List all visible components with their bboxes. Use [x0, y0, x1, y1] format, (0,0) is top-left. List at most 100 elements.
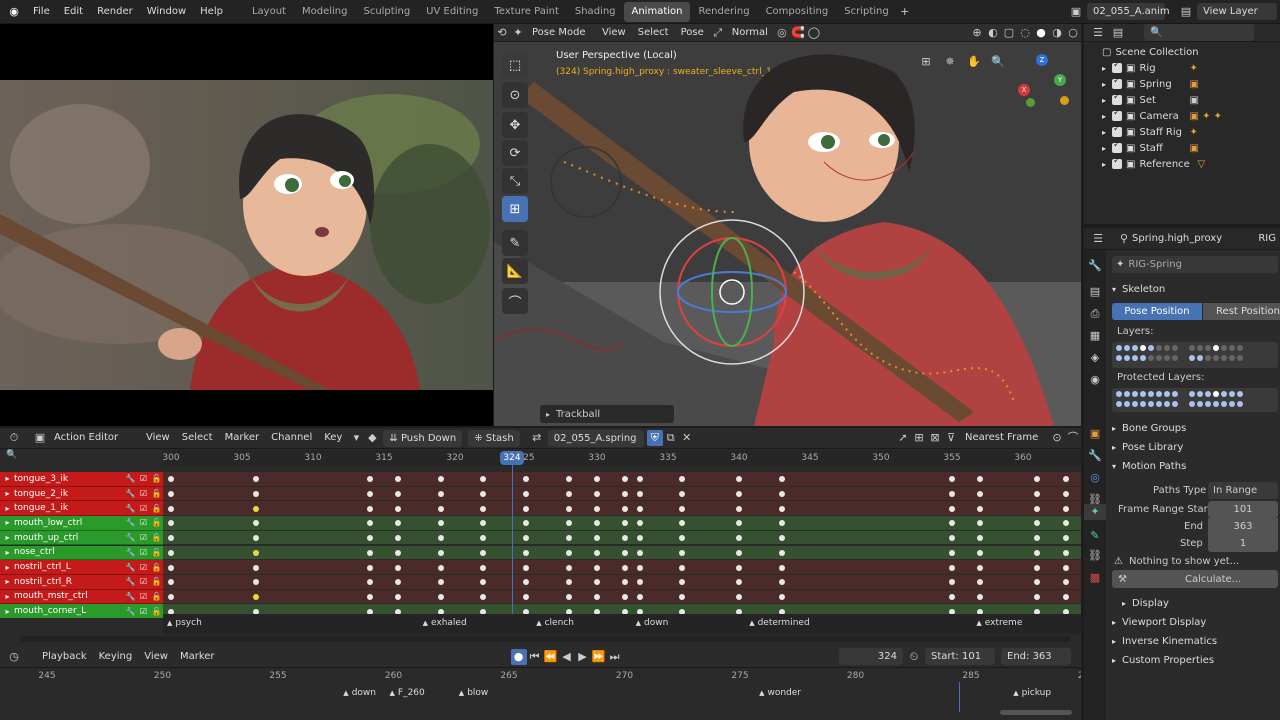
keyframe-point[interactable] — [636, 593, 643, 600]
keyframe-point[interactable] — [778, 505, 785, 512]
bone-layers-grid[interactable] — [1112, 342, 1278, 368]
keyframe-point[interactable] — [253, 564, 260, 571]
keyframe-point[interactable] — [977, 535, 984, 542]
keyframe-point[interactable] — [622, 593, 629, 600]
keyframe-point[interactable] — [1062, 593, 1069, 600]
keyframe-point[interactable] — [366, 579, 373, 586]
frame-range-end-field[interactable]: 363 — [1208, 518, 1278, 535]
keyframe-point[interactable] — [736, 491, 742, 498]
keyframe-point[interactable] — [366, 549, 373, 556]
snap-icon[interactable]: 🧲 — [790, 25, 806, 41]
outliner-item-reference[interactable]: ▸ ▣Reference ▽ — [1084, 156, 1280, 172]
keyframe-point[interactable] — [778, 549, 785, 556]
keyframe-point[interactable] — [1034, 476, 1041, 483]
pose-position-button[interactable]: Pose Position — [1112, 303, 1202, 320]
outliner-item-rig[interactable]: ▸ ▣Rig ✦ — [1084, 60, 1280, 76]
keyframe-row[interactable] — [163, 516, 1081, 530]
show-hidden-icon[interactable]: ⊞ — [911, 430, 927, 446]
only-errors-icon[interactable]: ⊠ — [927, 430, 943, 446]
keyframe-point[interactable] — [594, 476, 600, 483]
pivot-icon[interactable]: ◎ — [774, 25, 790, 41]
workspace-tab-animation[interactable]: Animation — [623, 1, 691, 22]
lock-icon[interactable]: 🔓 — [150, 489, 163, 498]
frame-ruler[interactable]: 300 305 310 315 320 325 330 335 340 345 … — [162, 450, 1081, 466]
expand-arrow-icon[interactable]: ▸ — [1102, 64, 1106, 73]
keyframe-point[interactable] — [679, 520, 686, 527]
keyframe-point[interactable] — [736, 564, 742, 571]
keyframe-point[interactable] — [168, 520, 174, 527]
outliner-editor-icon[interactable]: ☰ — [1090, 25, 1106, 41]
outliner-item-set[interactable]: ▸ ▣Set ▣ — [1084, 92, 1280, 108]
keyframe-point[interactable] — [437, 491, 444, 498]
keyframe-point[interactable] — [949, 505, 955, 512]
object-tab-icon[interactable]: ▣ — [1087, 426, 1103, 442]
keyframe-point[interactable] — [636, 579, 643, 586]
channel-checkbox[interactable]: ☑ — [137, 607, 150, 616]
pan-hand-icon[interactable]: ✋ — [966, 54, 982, 70]
channel-checkbox[interactable]: ☑ — [137, 548, 150, 557]
keyframe-point[interactable] — [565, 491, 572, 498]
keyframe-point[interactable] — [565, 564, 572, 571]
rotate-tool[interactable]: ⟳ — [502, 140, 528, 166]
keyframe-point[interactable] — [565, 520, 572, 527]
keyframe-point[interactable] — [253, 549, 260, 556]
keyframe-point[interactable] — [594, 593, 600, 600]
physics-tab-icon[interactable]: ◎ — [1087, 470, 1103, 486]
workspace-tab-sculpting[interactable]: Sculpting — [355, 2, 418, 22]
channel-checkbox[interactable]: ☑ — [137, 474, 150, 483]
keyframe-point[interactable] — [1034, 549, 1041, 556]
marker[interactable]: ▲ determined — [749, 618, 809, 628]
timeline-marker[interactable]: ▲ down — [343, 688, 376, 698]
keyframe-point[interactable] — [565, 549, 572, 556]
channel-checkbox[interactable]: ☑ — [137, 504, 150, 513]
transform-tool[interactable]: ⊞ — [502, 196, 528, 222]
keyframe-point[interactable] — [1034, 564, 1041, 571]
visibility-checkbox[interactable] — [1112, 140, 1123, 153]
keyframe-point[interactable] — [366, 535, 373, 542]
keyframe-point[interactable] — [168, 564, 174, 571]
workspace-tab-shading[interactable]: Shading — [567, 2, 624, 22]
timeline-marker[interactable]: ▲ blow — [459, 688, 488, 698]
marker[interactable]: ▲ extreme — [976, 618, 1022, 628]
camera-toggle-icon[interactable]: ✵ — [942, 54, 958, 70]
keyframe-point[interactable] — [523, 593, 529, 600]
keyframe-point[interactable] — [594, 505, 600, 512]
keyframe-point[interactable] — [565, 505, 572, 512]
proportional-icon[interactable]: ◯ — [806, 25, 822, 41]
keyframe-point[interactable] — [523, 520, 529, 527]
wrench-icon[interactable]: 🔧 — [124, 548, 137, 557]
orientation-icon[interactable]: ⤢ — [710, 25, 726, 41]
menu-render[interactable]: Render — [90, 6, 140, 17]
channel-checkbox[interactable]: ☑ — [137, 577, 150, 586]
tool-tab-icon[interactable]: 🔧 — [1087, 258, 1103, 274]
outliner-item-camera[interactable]: ▸ ▣Camera ▣ ✦ ✦ — [1084, 108, 1280, 124]
keyframe-point[interactable] — [366, 491, 373, 498]
keyframe-point[interactable] — [1034, 593, 1041, 600]
step-field[interactable]: 1 — [1208, 535, 1278, 552]
keyframe-point[interactable] — [679, 564, 686, 571]
keyframe-point[interactable] — [168, 593, 174, 600]
axis-x-icon[interactable]: X — [1018, 84, 1030, 96]
lock-icon[interactable]: 🔓 — [150, 563, 163, 572]
keyframe-point[interactable] — [1034, 505, 1041, 512]
bone-tab-icon[interactable]: ✎ — [1087, 528, 1103, 544]
keyframe-point[interactable] — [437, 549, 444, 556]
keyframe-point[interactable] — [168, 476, 174, 483]
frame-range-start-field[interactable]: 101 — [1208, 501, 1278, 518]
keyframe-point[interactable] — [778, 491, 785, 498]
action-menu-channel[interactable]: Channel — [265, 429, 318, 447]
keyframe-type-icon[interactable]: ◆ — [364, 430, 380, 446]
expand-arrow-icon[interactable]: ▸ — [1102, 96, 1106, 105]
keyframe-point[interactable] — [253, 476, 260, 483]
keyframe-row[interactable] — [163, 486, 1081, 501]
keyframe-row[interactable] — [163, 501, 1081, 516]
keyframe-point[interactable] — [636, 549, 643, 556]
action-browse-icon[interactable]: ⇄ — [529, 430, 545, 446]
expand-arrow-icon[interactable]: ▸ — [1102, 144, 1106, 153]
action-name-field[interactable]: 02_055_A.spring — [547, 429, 644, 447]
action-editor[interactable]: ⏱ ▣ Action Editor View Select Marker Cha… — [0, 428, 1081, 646]
keyframe-point[interactable] — [1062, 491, 1069, 498]
keyframe-point[interactable] — [480, 593, 487, 600]
keyframe-point[interactable] — [636, 535, 643, 542]
data-name-field[interactable]: ✦ RIG-Spring — [1112, 256, 1278, 273]
